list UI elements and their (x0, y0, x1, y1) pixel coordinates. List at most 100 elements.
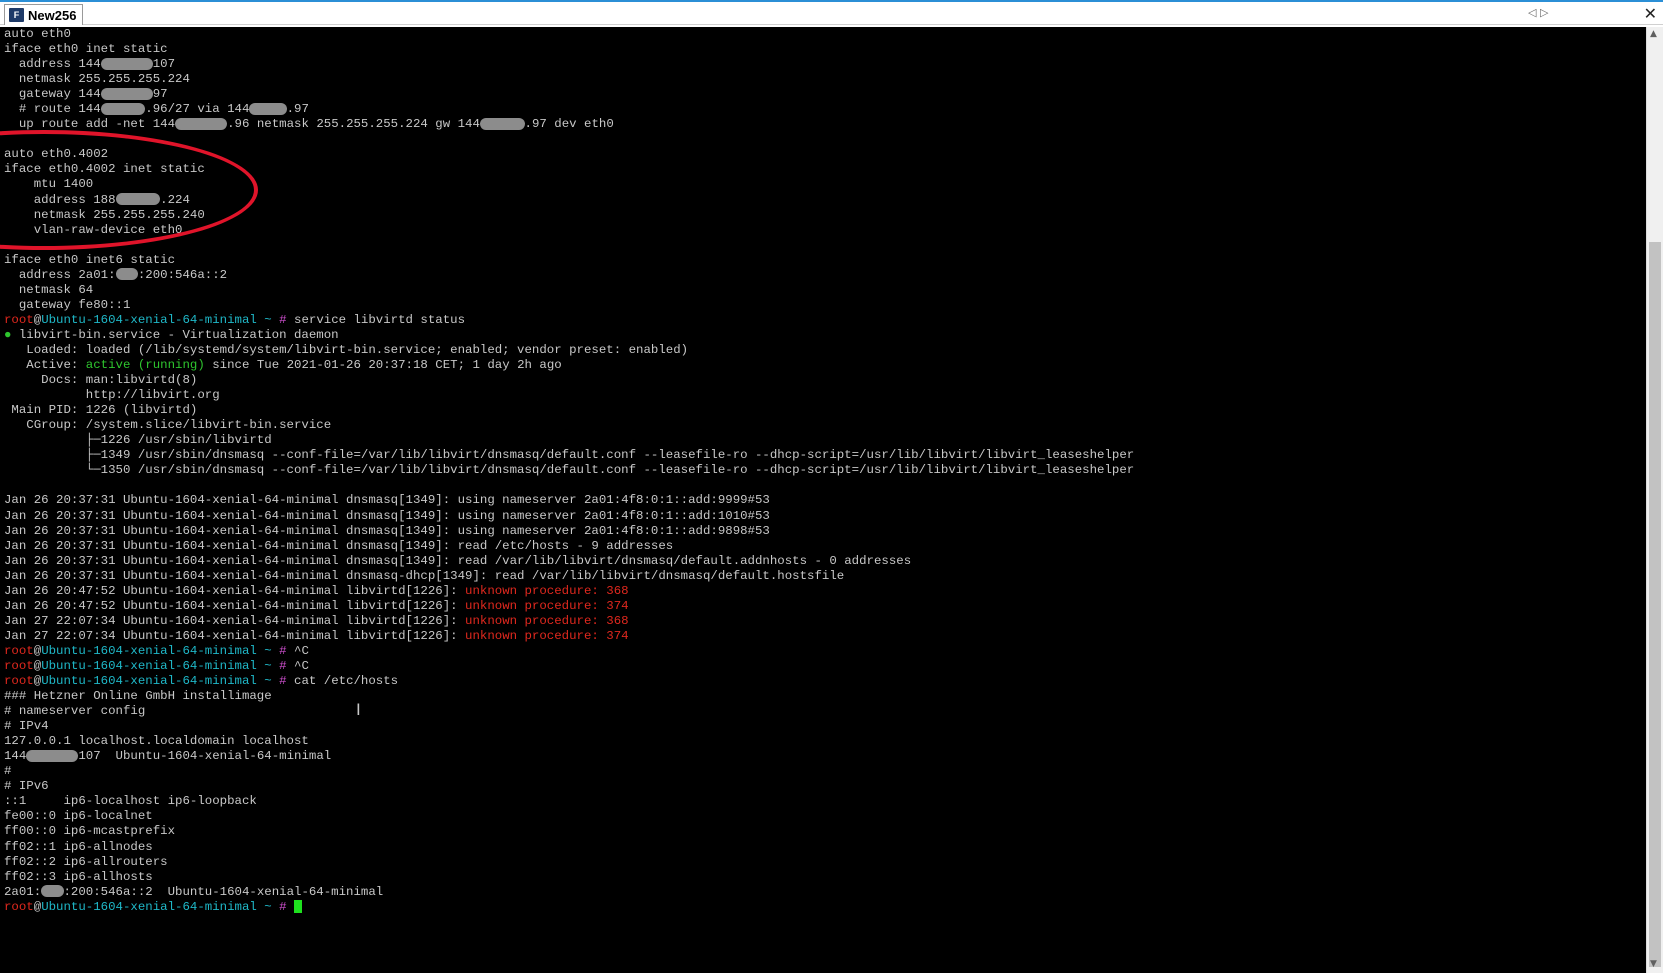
redacted-text (100, 102, 146, 115)
terminal-output[interactable]: auto eth0 iface eth0 inet static address … (0, 27, 1646, 973)
terminal-segment: 107 Ubuntu-1604-xenial-64-minimal (78, 749, 332, 764)
terminal-segment: # IPv6 (4, 779, 49, 794)
redacted-text (100, 57, 153, 70)
terminal-line: CGroup: /system.slice/libvirt-bin.servic… (4, 418, 1134, 433)
terminal-line: ff02::3 ip6-allhosts (4, 870, 1134, 885)
terminal-line: Jan 27 22:07:34 Ubuntu-1604-xenial-64-mi… (4, 614, 1134, 629)
tab-title: New256 (28, 7, 77, 23)
terminal-segment: netmask 255.255.255.240 (4, 207, 205, 222)
terminal-line: address 2a01: :200:546a::2 (4, 268, 1134, 283)
terminal-line: Jan 26 20:47:52 Ubuntu-1604-xenial-64-mi… (4, 599, 1134, 614)
terminal-segment: :200:546a::2 (137, 267, 228, 282)
terminal-segment: ├─1349 /usr/sbin/dnsmasq --conf-file=/va… (4, 448, 1135, 463)
terminal-segment: auto eth0 (4, 27, 71, 41)
terminal-line: # IPv6 (4, 779, 1134, 794)
terminal-line: ### Hetzner Online GmbH installimage (4, 689, 1134, 704)
terminal-line: netmask 255.255.255.224 (4, 72, 1134, 87)
terminal-segment: Jan 26 20:47:52 Ubuntu-1604-xenial-64-mi… (4, 583, 466, 598)
terminal-line: └─1350 /usr/sbin/dnsmasq --conf-file=/va… (4, 463, 1134, 478)
terminal-segment: auto eth0.4002 (4, 147, 109, 162)
terminal-line: Loaded: loaded (/lib/systemd/system/libv… (4, 343, 1134, 358)
terminal-line: mtu 1400 (4, 177, 1134, 192)
terminal-segment: # IPv4 (4, 719, 49, 734)
terminal-line: 2a01: :200:546a::2 Ubuntu-1604-xenial-64… (4, 885, 1134, 900)
terminal-line: Jan 26 20:37:31 Ubuntu-1604-xenial-64-mi… (4, 539, 1134, 554)
terminal-line: root@Ubuntu-1604-xenial-64-minimal ~ # s… (4, 313, 1134, 328)
terminal-line: 144 107 Ubuntu-1604-xenial-64-minimal (4, 749, 1134, 764)
terminal-cursor (294, 899, 303, 913)
terminal-segment: Jan 27 22:07:34 Ubuntu-1604-xenial-64-mi… (4, 628, 466, 643)
session-tab[interactable]: F New256 (4, 4, 84, 25)
terminal-line: Jan 26 20:37:31 Ubuntu-1604-xenial-64-mi… (4, 493, 1134, 508)
terminal-line: Jan 26 20:37:31 Ubuntu-1604-xenial-64-mi… (4, 554, 1134, 569)
terminal-segment: ### Hetzner Online GmbH installimage (4, 689, 272, 704)
terminal-line: root@Ubuntu-1604-xenial-64-minimal ~ # (4, 900, 1134, 915)
terminal-segment: .96/27 via 144 (145, 102, 250, 117)
terminal-segment: Ubuntu-1604-xenial-64-minimal ~ (41, 312, 280, 327)
terminal-segment: ff02::1 ip6-allnodes (4, 839, 153, 854)
terminal-segment: .96 netmask 255.255.255.224 gw 144 (227, 117, 480, 132)
terminal-segment: Jan 26 20:37:31 Ubuntu-1604-xenial-64-mi… (4, 523, 770, 538)
terminal-line: ● libvirt-bin.service - Virtualization d… (4, 328, 1134, 343)
terminal-segment: 2a01: (4, 884, 42, 899)
tab-scroll-left-icon[interactable]: ◁ (1528, 6, 1536, 19)
terminal-line: Docs: man:libvirtd(8) (4, 373, 1134, 388)
terminal-segment: iface eth0 inet static (4, 42, 168, 57)
terminal-line: 127.0.0.1 localhost.localdomain localhos… (4, 734, 1134, 749)
terminal-segment: # (279, 674, 287, 689)
terminal-segment: # route 144 (4, 102, 101, 117)
terminal-segment: Jan 26 20:37:31 Ubuntu-1604-xenial-64-mi… (4, 508, 770, 523)
terminal-segment: mtu 1400 (4, 177, 94, 192)
terminal-line: http://libvirt.org (4, 388, 1134, 403)
vertical-scrollbar[interactable]: ▲ ▼ (1646, 27, 1663, 973)
terminal-line: iface eth0.4002 inet static (4, 162, 1134, 177)
tab-scroll-right-icon[interactable]: ▷ (1540, 6, 1548, 19)
terminal-segment: ::1 ip6-localhost ip6-loopback (4, 794, 257, 809)
terminal-segment: .97 dev eth0 (524, 117, 614, 132)
terminal-segment: Ubuntu-1604-xenial-64-minimal ~ (41, 658, 280, 673)
terminal-segment: netmask 64 (4, 282, 94, 297)
terminal-line: # route 144 .96/27 via 144 .97 (4, 102, 1134, 117)
terminal-segment: service libvirtd status (286, 312, 466, 327)
scroll-up-icon[interactable]: ▲ (1650, 29, 1657, 39)
terminal-segment: cat /etc/hosts (286, 674, 399, 689)
terminal-segment: Loaded: loaded (/lib/systemd/system/libv… (4, 342, 689, 357)
terminal-segment: netmask 255.255.255.224 (4, 72, 190, 87)
terminal-line: vlan-raw-device eth0 (4, 223, 1134, 238)
terminal-segment: root (4, 674, 34, 689)
terminal-segment: # (279, 643, 287, 658)
terminal-line: iface eth0 inet6 static (4, 253, 1134, 268)
terminal-segment: ff02::2 ip6-allrouters (4, 854, 168, 869)
terminal-segment: Jan 26 20:37:31 Ubuntu-1604-xenial-64-mi… (4, 553, 912, 568)
terminal-segment: Jan 26 20:37:31 Ubuntu-1604-xenial-64-mi… (4, 568, 845, 583)
terminal-segment: ├─1226 /usr/sbin/libvirtd (4, 433, 272, 448)
terminal-line: Jan 26 20:37:31 Ubuntu-1604-xenial-64-mi… (4, 509, 1134, 524)
terminal-segment: # (279, 658, 287, 673)
terminal-segment: iface eth0.4002 inet static (4, 162, 205, 177)
terminal-segment: gateway 144 (4, 87, 101, 102)
terminal-segment: root (4, 312, 34, 327)
scroll-down-icon[interactable]: ▼ (1650, 959, 1657, 969)
scrollbar-thumb[interactable] (1649, 242, 1661, 967)
terminal-segment: address 188 (4, 192, 116, 207)
terminal-segment: # (279, 899, 287, 914)
redacted-text (175, 118, 228, 130)
terminal-line: Active: active (running) since Tue 2021-… (4, 358, 1134, 373)
terminal-line: ff02::1 ip6-allnodes (4, 840, 1134, 855)
terminal-segment: Active: (4, 358, 86, 373)
text-cursor-icon: I (356, 700, 361, 719)
terminal-line: root@Ubuntu-1604-xenial-64-minimal ~ # ^… (4, 644, 1134, 659)
terminal-line: # IPv4 (4, 719, 1134, 734)
terminal-line: fe00::0 ip6-localnet (4, 809, 1134, 824)
close-tab-icon[interactable]: ✕ (1644, 4, 1657, 23)
terminal-app-icon: F (9, 8, 24, 22)
terminal-segment: fe00::0 ip6-localnet (4, 809, 153, 824)
redacted-text (100, 87, 153, 100)
terminal-line: # nameserver config (4, 704, 1134, 719)
terminal-segment: Jan 26 20:37:31 Ubuntu-1604-xenial-64-mi… (4, 493, 770, 508)
terminal-segment: gateway fe80::1 (4, 297, 131, 312)
redacted-text (41, 885, 64, 898)
